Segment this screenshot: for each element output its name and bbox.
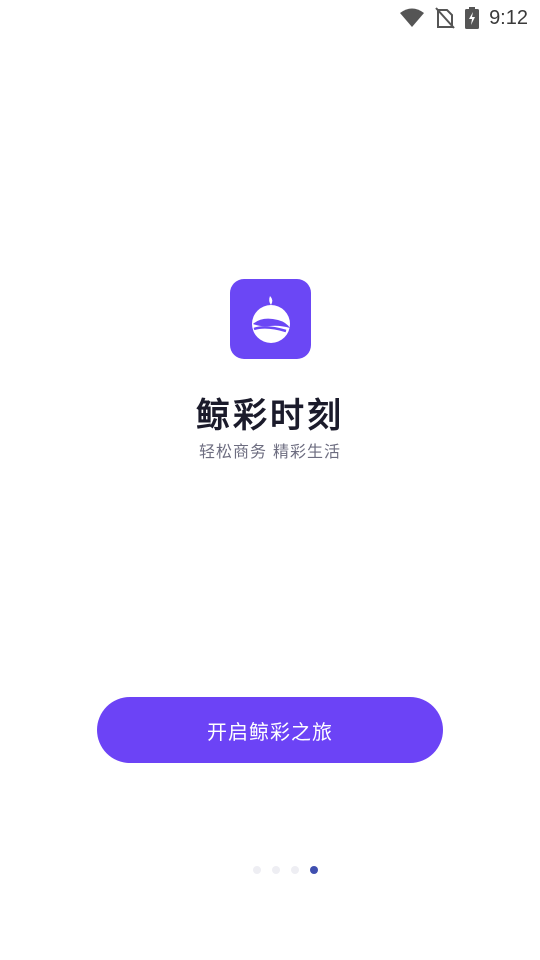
page-dot-2[interactable] <box>271 866 280 874</box>
no-sim-icon <box>435 7 455 29</box>
start-journey-button[interactable]: 开启鲸彩之旅 <box>97 697 443 763</box>
app-logo <box>230 279 311 359</box>
wifi-icon <box>399 8 425 28</box>
battery-charging-icon <box>465 7 480 29</box>
whale-fruit-logo-icon <box>251 296 290 343</box>
page-dot-4-active[interactable] <box>309 866 318 874</box>
status-bar: 9:12 <box>0 0 540 36</box>
app-name: 鲸彩时刻 <box>196 396 344 436</box>
status-icons: 9:12 <box>399 6 528 30</box>
page-dot-3[interactable] <box>290 866 299 874</box>
page-indicator <box>0 866 540 874</box>
page-dot-1[interactable] <box>252 866 261 874</box>
status-time: 9:12 <box>489 7 528 29</box>
app-slogan: 轻松商务 精彩生活 <box>198 442 342 461</box>
